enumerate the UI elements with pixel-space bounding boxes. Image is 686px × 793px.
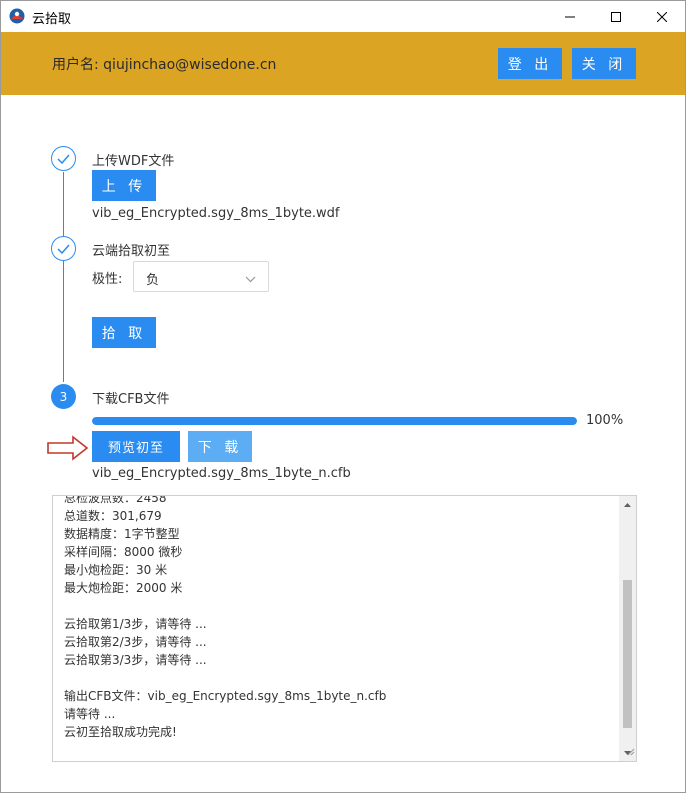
log-line: 最小炮检距：30 米 bbox=[64, 563, 168, 577]
logout-button[interactable]: 登 出 bbox=[498, 48, 562, 79]
log-scrollbar[interactable] bbox=[619, 496, 636, 761]
log-line: 采样间隔：8000 微秒 bbox=[64, 545, 183, 559]
window-close-button[interactable] bbox=[639, 1, 685, 32]
log-line: 云拾取第3/3步，请等待 ... bbox=[64, 653, 207, 667]
chevron-down-icon bbox=[245, 272, 256, 287]
log-line: 云拾取第1/3步，请等待 ... bbox=[64, 617, 207, 631]
pointer-arrow-icon bbox=[47, 435, 89, 465]
polarity-select-value: 负 bbox=[146, 273, 160, 288]
maximize-icon bbox=[611, 11, 621, 22]
minimize-button[interactable] bbox=[547, 1, 593, 32]
pick-button[interactable]: 拾 取 bbox=[92, 317, 156, 348]
resize-grip-icon[interactable] bbox=[626, 745, 635, 760]
step-3-indicator: 3 bbox=[51, 384, 76, 409]
download-filename: vib_eg_Encrypted.sgy_8ms_1byte_n.cfb bbox=[92, 466, 351, 481]
step-connector-2 bbox=[63, 261, 64, 382]
download-progress-fill bbox=[92, 417, 577, 425]
step-3-title: 下载CFB文件 bbox=[92, 392, 170, 407]
download-progress-bar bbox=[92, 417, 577, 425]
close-icon bbox=[657, 11, 667, 22]
step-1-done-indicator bbox=[51, 146, 76, 171]
log-line: 数据精度：1字节整型 bbox=[64, 527, 180, 541]
user-header: 用户名: qiujinchao@wisedone.cn 登 出 关 闭 bbox=[1, 32, 685, 95]
log-line: 请等待 ... bbox=[64, 707, 116, 721]
cloud-app-icon bbox=[9, 8, 25, 24]
check-icon bbox=[57, 154, 70, 164]
log-panel[interactable]: 总检波点数：2458 总道数：301,679 数据精度：1字节整型 采样间隔：8000… bbox=[52, 495, 637, 762]
log-line: 总检波点数：2458 bbox=[64, 495, 167, 505]
step-2-title: 云端拾取初至 bbox=[92, 244, 171, 259]
window-title: 云拾取 bbox=[32, 12, 72, 27]
log-line: 云初至拾取成功完成! bbox=[64, 725, 177, 739]
preview-first-break-button[interactable]: 预览初至 bbox=[92, 431, 180, 462]
log-line: 云拾取第2/3步，请等待 ... bbox=[64, 635, 207, 649]
log-text: 总检波点数：2458 总道数：301,679 数据精度：1字节整型 采样间隔：8000… bbox=[64, 495, 619, 741]
log-line: 最大炮检距：2000 米 bbox=[64, 581, 183, 595]
username-label: 用户名: qiujinchao@wisedone.cn bbox=[52, 57, 277, 73]
polarity-select[interactable]: 负 bbox=[133, 261, 269, 292]
check-icon bbox=[57, 244, 70, 254]
step-connector-1 bbox=[63, 172, 64, 236]
scroll-thumb[interactable] bbox=[623, 580, 632, 728]
title-bar: 云拾取 bbox=[1, 1, 685, 32]
download-button[interactable]: 下 载 bbox=[188, 431, 252, 462]
log-line: 输出CFB文件：vib_eg_Encrypted.sgy_8ms_1byte_n… bbox=[64, 689, 387, 703]
upload-filename: vib_eg_Encrypted.sgy_8ms_1byte.wdf bbox=[92, 206, 340, 221]
caret-up-icon bbox=[624, 502, 631, 507]
scroll-up-button[interactable] bbox=[619, 496, 636, 513]
maximize-button[interactable] bbox=[593, 1, 639, 32]
close-button[interactable]: 关 闭 bbox=[572, 48, 636, 79]
upload-button[interactable]: 上 传 bbox=[92, 170, 156, 201]
polarity-label: 极性: bbox=[92, 272, 123, 287]
step-1-title: 上传WDF文件 bbox=[92, 154, 175, 169]
minimize-icon bbox=[565, 16, 575, 17]
log-line: 总道数：301,679 bbox=[64, 509, 162, 523]
download-progress-label: 100% bbox=[586, 413, 624, 428]
app-window: 云拾取 用户名: qiujinchao@wisedone.cn 登 出 关 闭 … bbox=[0, 0, 686, 793]
step-2-done-indicator bbox=[51, 236, 76, 261]
